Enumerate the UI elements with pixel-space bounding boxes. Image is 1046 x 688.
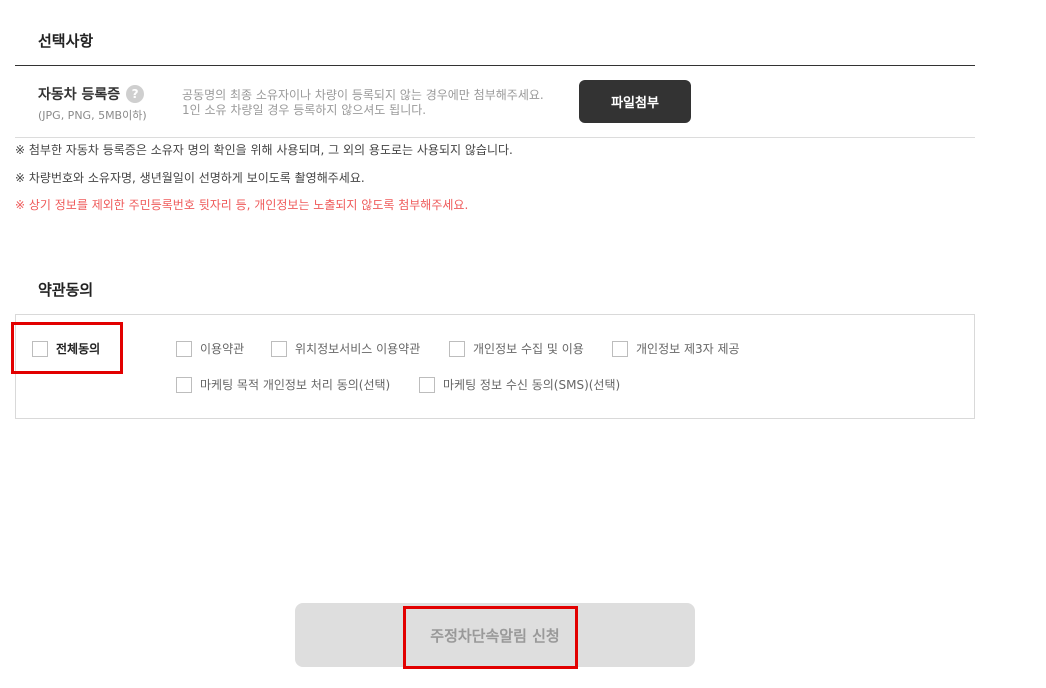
registration-desc-line1: 공동명의 최종 소유자이나 차량이 등록되지 않는 경우에만 첨부해주세요. [182, 88, 544, 102]
term-location-label[interactable]: 위치정보서비스 이용약관 [295, 340, 420, 357]
terms-box [15, 314, 975, 419]
registration-divider [15, 137, 975, 138]
registration-label-group: 자동차 등록증 ? [38, 84, 145, 104]
term-privacy-collect-checkbox[interactable] [449, 340, 465, 357]
term-marketing-sms-label[interactable]: 마케팅 정보 수신 동의(SMS)(선택) [443, 376, 620, 393]
optional-section-title: 선택사항 [38, 32, 94, 50]
all-agree-label[interactable]: 전체동의 [56, 340, 100, 357]
terms-section-title: 약관동의 [38, 281, 94, 299]
term-marketing-sms-checkbox[interactable] [419, 376, 435, 393]
term-marketing-privacy-label[interactable]: 마케팅 목적 개인정보 처리 동의(선택) [200, 376, 390, 393]
notice-privacy-warning: ※ 상기 정보를 제외한 주민등록번호 뒷자리 등, 개인정보는 노출되지 않도… [15, 198, 469, 212]
term-marketing-sms[interactable]: 마케팅 정보 수신 동의(SMS)(선택) [419, 376, 620, 393]
registration-label: 자동차 등록증 [38, 87, 121, 103]
term-third-party-label[interactable]: 개인정보 제3자 제공 [636, 340, 740, 357]
term-third-party-checkbox[interactable] [612, 340, 628, 357]
term-privacy-collect[interactable]: 개인정보 수집 및 이용 [449, 340, 584, 357]
term-service[interactable]: 이용약관 [176, 340, 244, 357]
submit-button[interactable]: 주정차단속알림 신청 [295, 603, 695, 667]
section-divider [15, 65, 975, 66]
term-privacy-collect-label[interactable]: 개인정보 수집 및 이용 [473, 340, 584, 357]
help-icon[interactable]: ? [126, 85, 145, 103]
notice-photo: ※ 차량번호와 소유자명, 생년월일이 선명하게 보이도록 촬영해주세요. [15, 171, 365, 185]
term-third-party[interactable]: 개인정보 제3자 제공 [612, 340, 740, 357]
notice-usage: ※ 첨부한 자동차 등록증은 소유자 명의 확인을 위해 사용되며, 그 외의 … [15, 143, 513, 157]
term-location-checkbox[interactable] [271, 340, 287, 357]
file-attach-button[interactable]: 파일첨부 [579, 80, 691, 123]
term-marketing-privacy[interactable]: 마케팅 목적 개인정보 처리 동의(선택) [176, 376, 390, 393]
term-service-checkbox[interactable] [176, 340, 192, 357]
term-location[interactable]: 위치정보서비스 이용약관 [271, 340, 420, 357]
term-service-label[interactable]: 이용약관 [200, 340, 244, 357]
registration-format-hint: (JPG, PNG, 5MB이하) [38, 109, 147, 122]
registration-description: 공동명의 최종 소유자이나 차량이 등록되지 않는 경우에만 첨부해주세요. 1… [182, 88, 544, 118]
all-agree-checkbox[interactable] [32, 340, 48, 357]
term-marketing-privacy-checkbox[interactable] [176, 376, 192, 393]
all-agree-checkbox-row[interactable]: 전체동의 [32, 340, 100, 357]
registration-desc-line2: 1인 소유 차량일 경우 등록하지 않으셔도 됩니다. [182, 103, 427, 117]
